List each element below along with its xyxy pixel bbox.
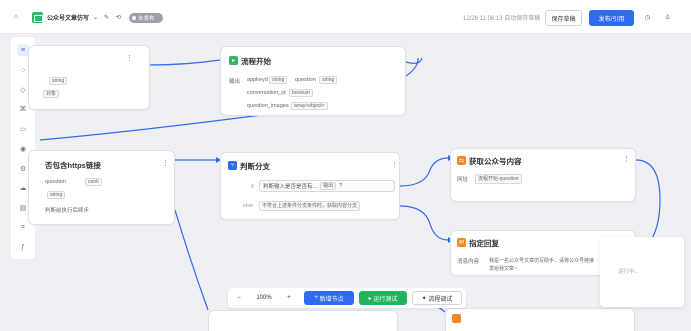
zoom-out-button[interactable]: − xyxy=(233,291,245,305)
more-icon[interactable]: ⋮ xyxy=(162,159,169,167)
function-icon[interactable]: ƒ xyxy=(17,241,29,253)
zoom-level: 100% xyxy=(256,295,272,301)
debug-button[interactable]: ✦ 流程调试 xyxy=(412,291,462,305)
else-label: else xyxy=(243,203,254,209)
condition-suffix: ? xyxy=(339,183,343,189)
message-label: 消息内容 xyxy=(457,259,480,265)
if-label: if xyxy=(251,184,254,190)
play-icon: ▸ xyxy=(229,56,238,65)
condition-text: 判断输入是否是否有... xyxy=(263,184,318,190)
node-fetch-article[interactable]: ⇆ 获取公众号内容 ⋮ 网址 流程开始-question xyxy=(450,148,636,202)
type-tag: boolean xyxy=(289,89,313,97)
type-tag: 对象 xyxy=(43,90,60,98)
node-partial-top[interactable]: ⋮ string 对象 xyxy=(28,45,150,110)
else-text: 不符合上述条件分支条件时，获取内容分支 xyxy=(259,201,361,211)
var-name: appkeyd xyxy=(247,77,268,83)
type-tag: string xyxy=(319,76,338,84)
node-start[interactable]: ▸ 流程开始 输出 appkeyd string question string… xyxy=(220,46,406,116)
image-icon[interactable]: ▭ xyxy=(17,123,29,135)
reply-icon: ✉ xyxy=(457,238,466,247)
var-name: question xyxy=(295,77,316,83)
node-branch[interactable]: ⑂ 判断分支 ⋮ if 判断输入是否是否有... 输出 ? else 不符合上述… xyxy=(220,152,400,220)
message-text: 发给我文章~ xyxy=(489,266,517,272)
output-label: 输出 xyxy=(229,79,241,85)
code-icon[interactable]: ⌗ xyxy=(17,222,29,234)
popover-text: 运行中... xyxy=(618,269,640,275)
node-title: 判断分支 xyxy=(240,162,270,171)
var-name: conversation_id xyxy=(247,90,286,96)
type-tag: string xyxy=(47,191,66,199)
type-tag: string xyxy=(269,76,288,84)
type-tag: string xyxy=(49,77,68,85)
node-partial-bottom-right[interactable] xyxy=(445,308,635,331)
branch-icon: ⑂ xyxy=(228,161,237,170)
node-partial-bottom[interactable] xyxy=(208,310,398,331)
camera-icon[interactable]: ◉ xyxy=(17,143,29,155)
canvas-toolbar: − 100% + + 新增节点 ▸ 运行测试 ✦ 流程调试 xyxy=(228,288,466,308)
input-label: 网址 xyxy=(457,177,469,183)
node-link-check[interactable]: 否包含https链接 ⋮ question conti string 判断前执行… xyxy=(28,150,175,225)
message-text: 我是一名公众号文章仿写助手，请将公众号链接 xyxy=(489,258,595,264)
output-tag: 输出 xyxy=(320,182,337,190)
run-popover: 运行中... xyxy=(600,237,684,307)
more-icon[interactable]: ⋮ xyxy=(126,54,133,62)
var-name: question_images xyxy=(247,103,289,109)
more-icon[interactable]: ⋮ xyxy=(391,161,398,169)
var-name: question xyxy=(45,179,66,185)
more-icon[interactable]: ⋮ xyxy=(623,155,630,163)
type-tag: array<object> xyxy=(291,102,328,110)
operator-tag: conti xyxy=(85,178,102,186)
run-test-button[interactable]: ▸ 运行测试 xyxy=(359,291,407,305)
bug-icon: ✦ xyxy=(421,295,429,302)
node-title: 流程开始 xyxy=(241,57,271,66)
hint-text: 判断前执行后续步 xyxy=(45,208,90,214)
node-title: 指定回复 xyxy=(469,239,499,248)
node-title: 否包含https链接 xyxy=(45,161,101,170)
add-node-button[interactable]: + 新增节点 xyxy=(304,291,354,305)
condition-input[interactable]: 判断输入是否是否有... 输出 ? xyxy=(259,180,395,192)
node-title: 获取公众号内容 xyxy=(469,157,522,166)
zoom-in-button[interactable]: + xyxy=(283,291,295,305)
input-value[interactable]: 流程开始-question xyxy=(475,174,522,184)
link-icon: ⇆ xyxy=(457,156,466,165)
node-icon xyxy=(452,314,461,323)
